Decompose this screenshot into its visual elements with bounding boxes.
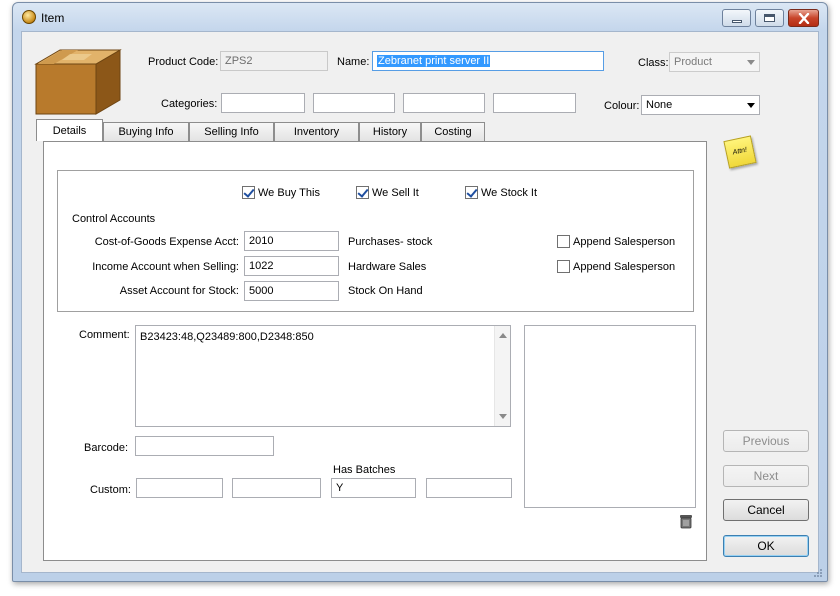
control-accounts-group: We Buy This We Sell It We Stock It Contr…	[57, 170, 694, 312]
tab-details[interactable]: Details	[36, 119, 103, 141]
name-label: Name:	[337, 56, 370, 68]
chevron-down-icon	[747, 60, 755, 65]
tab-inventory[interactable]: Inventory	[274, 122, 359, 141]
control-accounts-label: Control Accounts	[72, 213, 156, 225]
asset-account-label: Asset Account for Stock:	[119, 285, 239, 297]
app-icon	[22, 10, 36, 24]
custom-field-2[interactable]	[232, 478, 321, 498]
next-button[interactable]: Next	[723, 465, 809, 487]
cogs-account-label: Cost-of-Goods Expense Acct:	[94, 236, 239, 248]
income-account-description: Hardware Sales	[348, 261, 427, 273]
category-field-3[interactable]	[403, 93, 485, 113]
we-sell-it-checkbox[interactable]	[356, 186, 369, 199]
image-preview-box[interactable]	[524, 325, 696, 508]
minimize-icon	[732, 20, 742, 23]
minimize-button[interactable]	[722, 9, 751, 27]
close-button[interactable]	[788, 9, 819, 27]
scroll-down-icon[interactable]	[499, 414, 507, 419]
barcode-label: Barcode:	[84, 442, 129, 454]
window-title: Item	[41, 11, 65, 25]
maximize-icon	[764, 14, 775, 22]
chevron-down-icon	[747, 103, 755, 108]
tab-history[interactable]: History	[359, 122, 421, 141]
tab-selling-info[interactable]: Selling Info	[189, 122, 274, 141]
cogs-account-description: Purchases- stock	[348, 236, 433, 248]
details-panel: We Buy This We Sell It We Stock It Contr…	[43, 141, 707, 561]
append-salesperson-checkbox-2[interactable]	[557, 260, 570, 273]
name-field[interactable]: Zebranet print server II	[372, 51, 604, 71]
colour-select[interactable]: None	[641, 95, 760, 115]
has-batches-field[interactable]: Y	[331, 478, 416, 498]
product-box-icon	[34, 49, 122, 115]
class-select[interactable]: Product	[669, 52, 760, 72]
product-code-field[interactable]: ZPS2	[220, 51, 328, 71]
we-sell-it-label: We Sell It	[372, 187, 419, 199]
title-bar[interactable]: Item	[13, 3, 827, 31]
close-icon	[798, 13, 810, 24]
income-account-label: Income Account when Selling:	[92, 261, 239, 273]
tab-costing[interactable]: Costing	[421, 122, 485, 141]
we-stock-it-label: We Stock It	[481, 187, 538, 199]
we-stock-it-checkbox[interactable]	[465, 186, 478, 199]
previous-button[interactable]: Previous	[723, 430, 809, 452]
cogs-account-field[interactable]: 2010	[244, 231, 339, 251]
sticky-note-icon[interactable]: Attn!	[723, 135, 757, 169]
category-field-1[interactable]	[221, 93, 305, 113]
barcode-field[interactable]	[135, 436, 274, 456]
categories-label: Categories:	[161, 98, 218, 110]
trash-icon[interactable]	[679, 513, 693, 529]
income-account-field[interactable]: 1022	[244, 256, 339, 276]
class-label: Class:	[638, 57, 669, 69]
product-code-label: Product Code:	[148, 56, 219, 68]
scroll-up-icon[interactable]	[499, 333, 507, 338]
maximize-button[interactable]	[755, 9, 784, 27]
comment-text: B23423:48,Q23489:800,D2348:850	[140, 331, 314, 343]
category-field-2[interactable]	[313, 93, 395, 113]
comment-scrollbar[interactable]	[494, 326, 510, 426]
asset-account-description: Stock On Hand	[348, 285, 423, 297]
colour-select-value: None	[646, 99, 673, 111]
append-salesperson-label-1: Append Salesperson	[573, 236, 676, 248]
item-window: Item Product Code: ZPS2 Name: Zebranet p…	[12, 2, 828, 582]
cancel-button[interactable]: Cancel	[723, 499, 809, 521]
ok-button[interactable]: OK	[723, 535, 809, 557]
comment-textarea[interactable]: B23423:48,Q23489:800,D2348:850	[135, 325, 511, 427]
resize-grip-icon[interactable]	[813, 568, 823, 578]
has-batches-label: Has Batches	[333, 464, 396, 476]
append-salesperson-label-2: Append Salesperson	[573, 261, 676, 273]
tab-buying-info[interactable]: Buying Info	[103, 122, 189, 141]
we-buy-this-checkbox[interactable]	[242, 186, 255, 199]
category-field-4[interactable]	[493, 93, 576, 113]
custom-label: Custom:	[90, 484, 131, 496]
custom-field-4[interactable]	[426, 478, 512, 498]
append-salesperson-checkbox-1[interactable]	[557, 235, 570, 248]
colour-label: Colour:	[604, 100, 640, 112]
asset-account-field[interactable]: 5000	[244, 281, 339, 301]
custom-field-1[interactable]	[136, 478, 223, 498]
comment-label: Comment:	[79, 329, 130, 341]
we-buy-this-label: We Buy This	[258, 187, 320, 199]
class-select-value: Product	[674, 56, 712, 68]
name-field-text: Zebranet print server II	[377, 55, 491, 67]
dialog-body: Product Code: ZPS2 Name: Zebranet print …	[21, 31, 819, 573]
